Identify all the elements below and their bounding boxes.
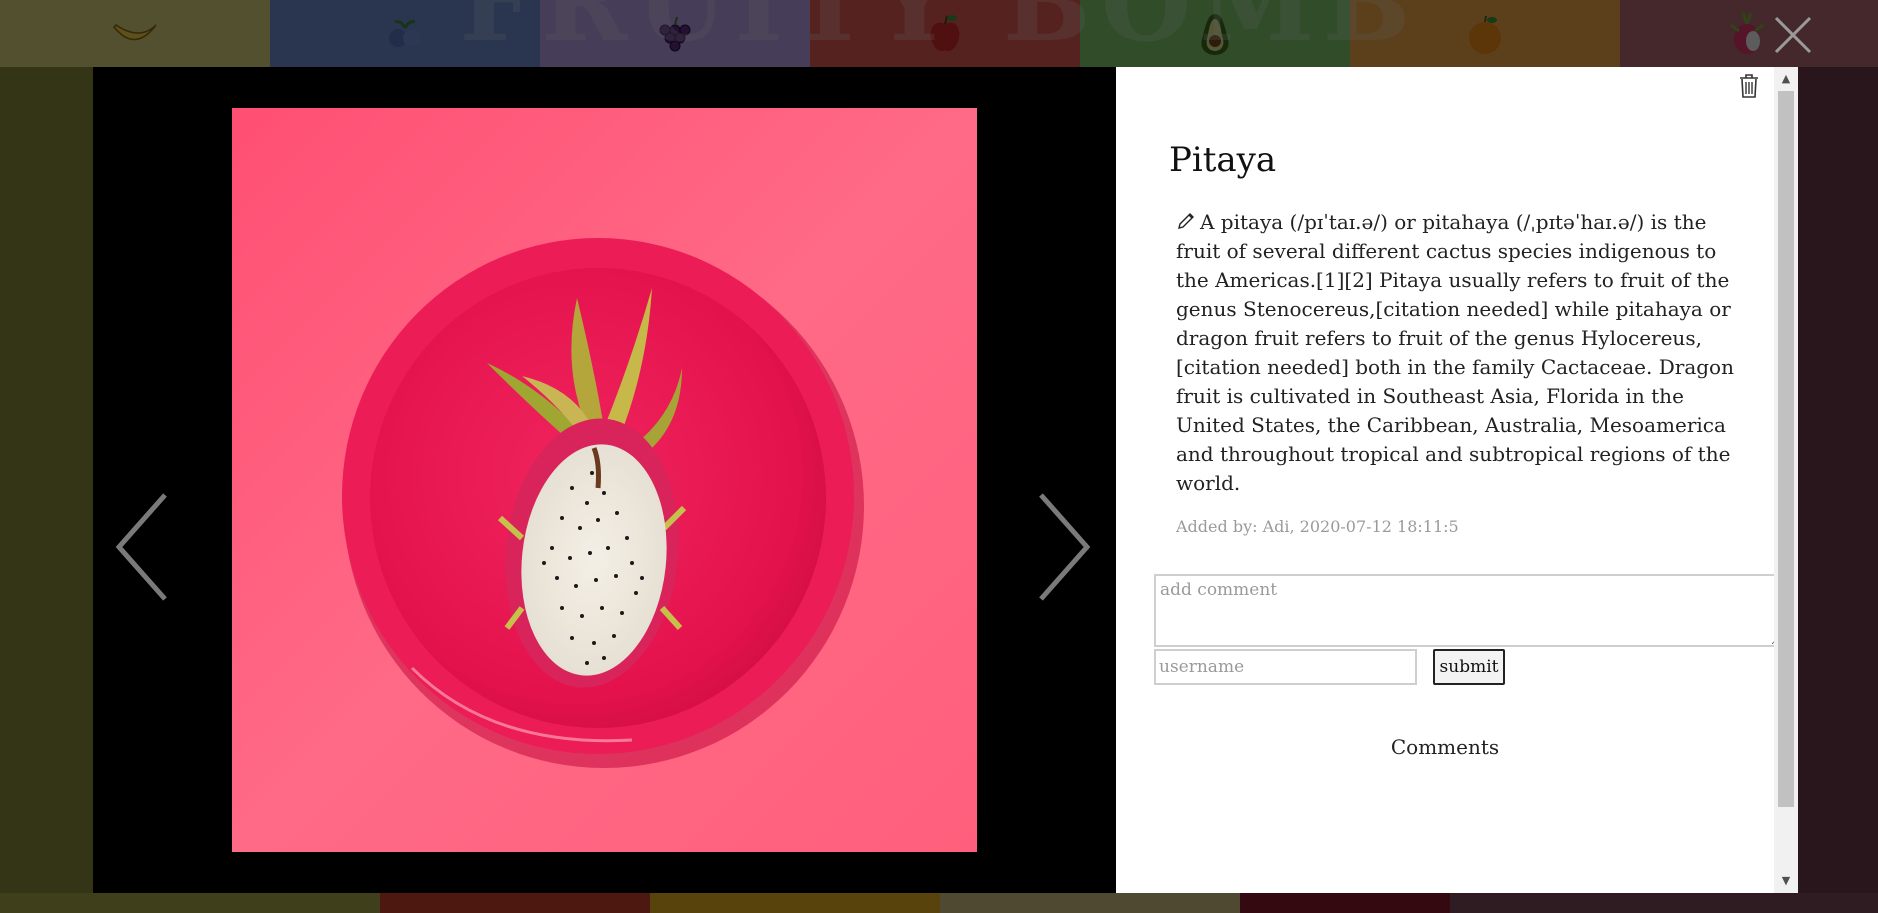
submit-button[interactable]: submit	[1433, 649, 1505, 685]
fruit-description: A pitaya (/pɪˈtaɪ.ə/) or pitahaya (/ˌpɪt…	[1176, 208, 1746, 498]
fruit-photo	[232, 108, 977, 852]
panel-scrollbar[interactable]: ▲ ▼	[1774, 67, 1798, 893]
comment-input[interactable]	[1154, 574, 1782, 647]
description-text: A pitaya (/pɪˈtaɪ.ə/) or pitahaya (/ˌpɪt…	[1176, 210, 1734, 495]
previous-button[interactable]	[113, 492, 173, 602]
edit-button[interactable]	[1176, 210, 1196, 230]
image-viewer	[93, 67, 1116, 893]
fruit-title: Pitaya	[1169, 140, 1277, 180]
dragonfruit-photo	[232, 108, 977, 852]
delete-button[interactable]	[1738, 73, 1760, 99]
fruit-detail-modal: Pitaya A pitaya (/pɪˈtaɪ.ə/) or pitahaya…	[93, 67, 1798, 893]
scroll-down-arrow[interactable]: ▼	[1774, 871, 1798, 891]
chevron-right-icon	[1039, 493, 1091, 601]
username-input[interactable]	[1154, 649, 1417, 685]
scroll-up-arrow[interactable]: ▲	[1774, 69, 1798, 89]
pencil-icon	[1178, 213, 1194, 229]
close-button[interactable]	[1772, 14, 1814, 56]
comments-heading: Comments	[1390, 735, 1500, 759]
chevron-left-icon	[115, 493, 167, 601]
fruit-info-panel: Pitaya A pitaya (/pɪˈtaɪ.ə/) or pitahaya…	[1116, 67, 1798, 893]
trash-icon	[1740, 74, 1758, 98]
scrollbar-thumb[interactable]	[1778, 91, 1794, 807]
next-button[interactable]	[1033, 492, 1093, 602]
added-by-meta: Added by: Adi, 2020-07-12 18:11:5	[1176, 517, 1459, 536]
close-icon	[1774, 16, 1812, 54]
